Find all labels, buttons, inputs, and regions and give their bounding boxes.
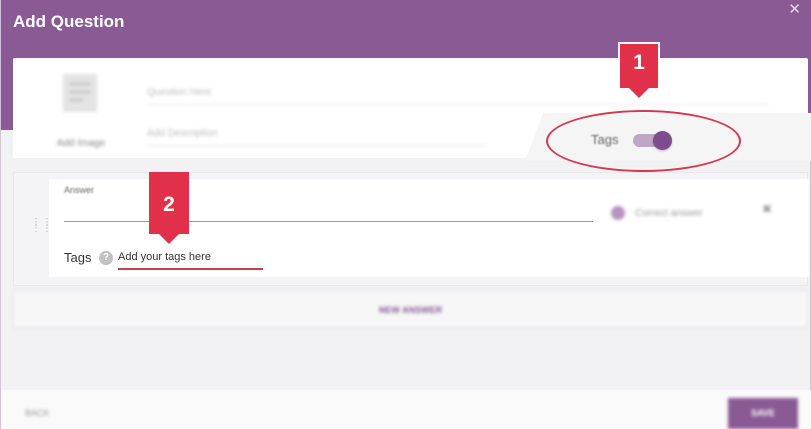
dialog-footer: [1, 390, 811, 429]
callout-badge-2: 2: [149, 172, 189, 244]
back-button[interactable]: BACK: [25, 408, 50, 418]
highlight-ellipse: [546, 110, 741, 172]
question-input[interactable]: Question Here: [147, 83, 769, 105]
answer-tags-input[interactable]: Add your tags here: [118, 251, 263, 270]
answer-tags-label: Tags: [64, 250, 92, 265]
add-question-dialog: Add Question ✕ Add Image Question Here A…: [0, 0, 811, 429]
close-icon[interactable]: ✕: [788, 2, 801, 17]
description-input[interactable]: Add Description: [147, 124, 487, 146]
dialog-title: Add Question: [13, 12, 125, 31]
add-image-label[interactable]: Add Image: [41, 138, 121, 149]
image-icon[interactable]: [49, 68, 113, 122]
delete-answer-icon[interactable]: ✖: [762, 202, 772, 216]
callout-badge-1: 1: [618, 42, 660, 98]
answer-input[interactable]: [64, 221, 593, 222]
correct-answer-radio[interactable]: [611, 206, 625, 220]
drag-handle-icon[interactable]: ⋮⋮ ⋮⋮: [31, 218, 52, 240]
save-button[interactable]: SAVE: [728, 398, 798, 429]
answer-field-label: Answer: [64, 185, 95, 195]
correct-answer-label[interactable]: Correct answer: [635, 208, 703, 219]
new-answer-button[interactable]: NEW ANSWER: [13, 290, 808, 328]
help-icon[interactable]: ?: [99, 251, 113, 265]
